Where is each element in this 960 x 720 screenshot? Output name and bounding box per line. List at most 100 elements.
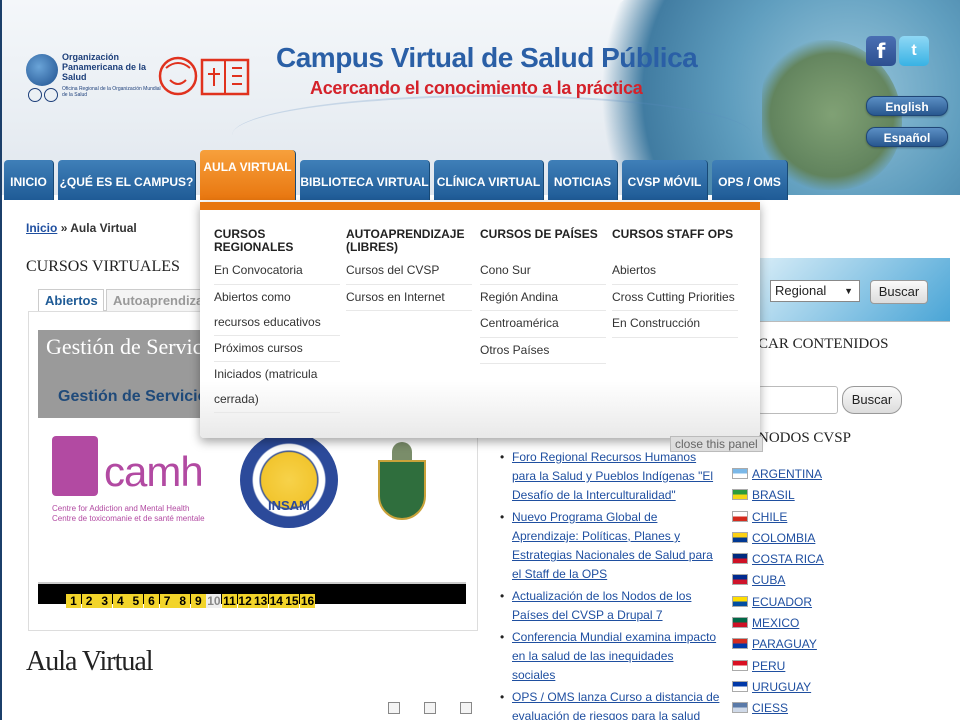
print-icon[interactable] — [388, 702, 400, 714]
mega-link[interactable]: Cono Sur — [480, 258, 606, 285]
country-link[interactable]: COSTA RICA — [732, 549, 952, 570]
shield-body — [378, 460, 426, 520]
pager-number[interactable]: 16 — [300, 594, 315, 608]
country-link[interactable]: BRASIL — [732, 485, 952, 506]
ops-logo-name: Organización Panamericana de la Salud — [62, 52, 147, 82]
mega-link[interactable]: Abiertos — [612, 258, 738, 285]
pager-number[interactable]: 6 — [144, 594, 159, 608]
country-link[interactable]: CIESS — [732, 698, 952, 719]
camh-subtitle-fr: Centre de toxicomanie et de santé mental… — [52, 514, 205, 523]
mega-heading: CURSOS DE PAÍSES — [480, 227, 598, 241]
tab-abiertos[interactable]: Abiertos — [38, 289, 104, 311]
pager-number[interactable]: 3 — [97, 594, 113, 608]
pager-number[interactable]: 2 — [81, 594, 97, 608]
browser-page: Organización Panamericana de la Salud Of… — [0, 0, 960, 720]
ops-globe-icon — [26, 54, 58, 86]
pager-number[interactable]: 4 — [112, 594, 128, 608]
ops-logo-subtitle: Oficina Regional de la Organización Mund… — [62, 86, 161, 98]
country-link[interactable]: CHILE — [732, 507, 952, 528]
close-panel-button[interactable]: close this panel — [670, 436, 763, 452]
country-link[interactable]: COLOMBIA — [732, 528, 952, 549]
nodes-title: NODOS CVSP — [758, 430, 851, 446]
country-name: ECUADOR — [752, 594, 813, 609]
tab-autoaprendizaje[interactable]: Autoaprendiza — [106, 289, 202, 311]
country-name: PERU — [752, 658, 786, 673]
cvsp-logo-icon[interactable] — [152, 54, 256, 100]
mega-link[interactable]: Cross Cutting Priorities — [612, 285, 738, 311]
news-item[interactable]: Foro Regional Recursos Humanos para la S… — [500, 448, 720, 505]
country-link[interactable]: ECUADOR — [732, 592, 952, 613]
pager-number[interactable]: 13 — [253, 594, 269, 608]
country-name: URUGUAY — [752, 679, 812, 694]
search-button[interactable]: Buscar — [842, 386, 902, 414]
news-item[interactable]: OPS / OMS lanza Curso a distancia de eva… — [500, 688, 720, 720]
pager-number[interactable]: 15 — [284, 594, 300, 608]
search-input[interactable] — [758, 386, 838, 414]
country-name: COSTA RICA — [752, 552, 824, 567]
camh-logo[interactable]: camh Centre for Addiction and Mental Hea… — [52, 436, 212, 532]
country-link[interactable]: URUGUAY — [732, 677, 952, 698]
mega-heading: AUTOAPRENDIZAJE (LIBRES) — [346, 227, 465, 254]
mega-col-paises: CURSOS DE PAÍSES Cono Sur Región Andina … — [480, 228, 606, 364]
mega-link[interactable]: Próximos cursos — [214, 336, 340, 362]
facebook-icon[interactable]: f — [866, 36, 896, 66]
region-buscar-button[interactable]: Buscar — [870, 280, 928, 304]
espanol-button[interactable]: Español — [866, 127, 948, 147]
news-item[interactable]: Nuevo Programa Global de Aprendizaje: Po… — [500, 508, 720, 584]
mega-link[interactable]: Centroamérica — [480, 311, 606, 338]
pager-number[interactable]: 9 — [190, 594, 206, 608]
flag-icon — [732, 638, 748, 650]
nav-aula-virtual[interactable]: AULA VIRTUAL — [200, 150, 296, 200]
news-item[interactable]: Conferencia Mundial examina impacto en l… — [500, 628, 720, 685]
university-shield-icon[interactable] — [370, 442, 434, 526]
site-subtitle: Acercando el conocimiento a la práctica — [310, 78, 643, 98]
mega-link[interactable]: Cursos del CVSP — [346, 258, 472, 285]
nav-ops-oms[interactable]: OPS / OMS — [712, 160, 788, 200]
mega-link[interactable]: Abiertos como recursos educativos — [214, 285, 340, 336]
pager-number[interactable]: 7 — [159, 594, 175, 608]
region-select[interactable]: Regional ▼ — [770, 280, 860, 302]
mega-link[interactable]: Cursos en Internet — [346, 285, 472, 311]
pager-number[interactable]: 14 — [268, 594, 284, 608]
breadcrumb-home-link[interactable]: Inicio — [26, 221, 57, 235]
pdf-icon[interactable] — [460, 702, 472, 714]
country-name: CUBA — [752, 573, 786, 588]
nav-clinica-virtual[interactable]: CLÍNICA VIRTUAL — [434, 160, 544, 200]
country-name: COLOMBIA — [752, 530, 816, 545]
nav-biblioteca-virtual[interactable]: BIBLIOTECA VIRTUAL — [300, 160, 430, 200]
camh-logo-text: camh — [104, 448, 204, 495]
country-link[interactable]: PERU — [732, 656, 952, 677]
twitter-icon[interactable]: t — [899, 36, 929, 66]
slide-subtitle: Gestión de Servicios — [58, 388, 217, 405]
insam-logo-icon[interactable] — [240, 432, 338, 528]
pager-number[interactable]: 10 — [206, 594, 222, 608]
nav-que-es-el-campus[interactable]: ¿QUÉ ES EL CAMPUS? — [58, 160, 196, 200]
mega-link[interactable]: En Convocatoria — [214, 258, 340, 285]
nav-noticias[interactable]: NOTICIAS — [548, 160, 618, 200]
pager-number[interactable]: 11 — [222, 594, 237, 608]
mega-link[interactable]: Iniciados (matricula cerrada) — [214, 362, 340, 413]
country-link[interactable]: PARAGUAY — [732, 634, 952, 655]
mega-link[interactable]: Otros Países — [480, 338, 606, 364]
pager-number[interactable]: 5 — [128, 594, 144, 608]
pager-number[interactable]: 8 — [175, 594, 191, 608]
nav-inicio[interactable]: INICIO — [4, 160, 54, 200]
pager-number[interactable]: 1 — [66, 594, 81, 608]
site-title[interactable]: Campus Virtual de Salud Pública — [276, 42, 698, 74]
email-icon[interactable] — [424, 702, 436, 714]
ops-logo[interactable]: Organización Panamericana de la Salud Of… — [26, 52, 161, 104]
flag-icon — [732, 531, 748, 543]
flag-icon — [732, 553, 748, 565]
country-link[interactable]: CUBA — [732, 570, 952, 591]
country-name: PARAGUAY — [752, 637, 817, 652]
pager-number[interactable]: 12 — [237, 594, 253, 608]
camh-subtitle-en: Centre for Addiction and Mental Health — [52, 504, 190, 513]
mega-link[interactable]: Región Andina — [480, 285, 606, 311]
nav-cvsp-movil[interactable]: CVSP MÓVIL — [622, 160, 708, 200]
country-link[interactable]: MEXICO — [732, 613, 952, 634]
country-link[interactable]: ARGENTINA — [732, 464, 952, 485]
camh-logo-subtitle: Centre for Addiction and Mental Health C… — [52, 504, 212, 524]
english-button[interactable]: English — [866, 96, 948, 116]
mega-link[interactable]: En Construcción — [612, 311, 738, 338]
news-item[interactable]: Actualización de los Nodos de los Países… — [500, 587, 720, 625]
